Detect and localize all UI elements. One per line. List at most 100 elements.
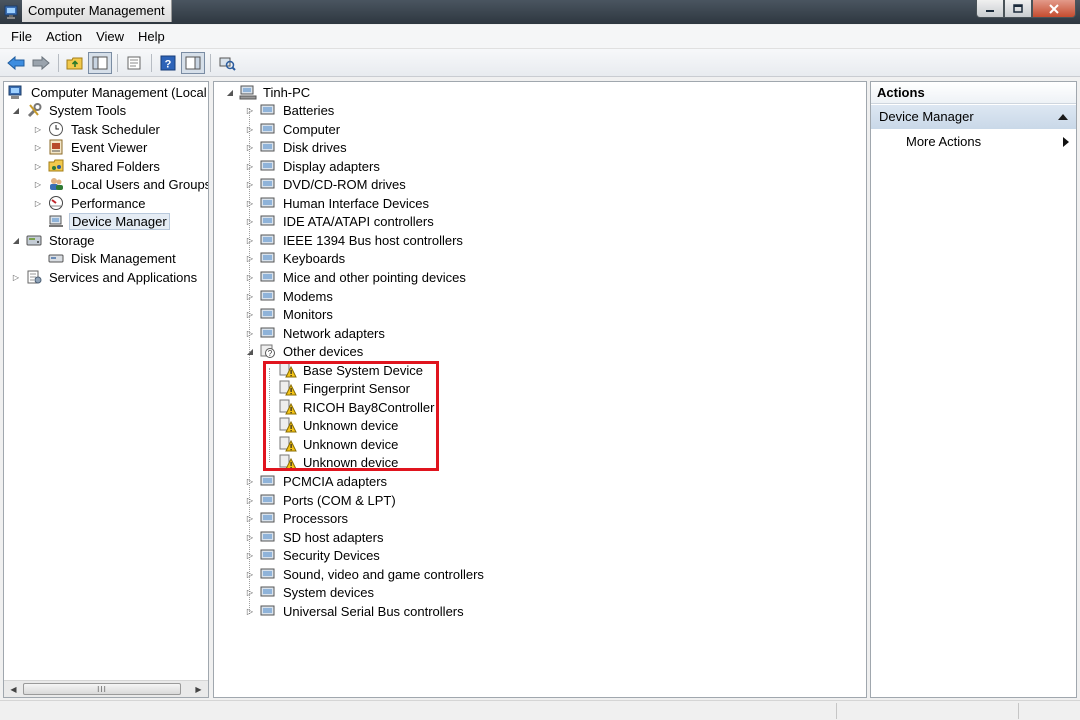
scroll-right-icon[interactable]: ▶ xyxy=(190,681,207,697)
expand-arrow-icon[interactable]: ▷ xyxy=(244,494,256,506)
toolbar-separator xyxy=(151,53,152,72)
tree-item-sound-video-and-game-controllers-5[interactable]: ▷ Sound, video and game controllers xyxy=(244,565,486,583)
close-button[interactable] xyxy=(1032,0,1076,18)
tree-item-batteries-0[interactable]: ▷ Batteries xyxy=(244,101,336,119)
tree-item-local-users-groups[interactable]: ▷ Local Users and Groups xyxy=(32,175,208,193)
expand-arrow-icon[interactable]: ▷ xyxy=(244,160,256,172)
expand-arrow-icon[interactable]: ▷ xyxy=(244,104,256,116)
expand-arrow-icon[interactable]: ▷ xyxy=(244,308,256,320)
tree-item-disk-drives-2[interactable]: ▷ Disk drives xyxy=(244,138,349,156)
expand-arrow-icon[interactable]: ▷ xyxy=(244,197,256,209)
more-actions-item[interactable]: More Actions xyxy=(906,133,1071,151)
collapse-caret-icon[interactable] xyxy=(1058,114,1068,120)
tree-item-task-scheduler[interactable]: ▷ Task Scheduler xyxy=(32,120,162,138)
tree-label: Disk drives xyxy=(283,139,347,155)
tree-item-event-viewer[interactable]: ▷ Event Viewer xyxy=(32,138,149,156)
expand-arrow-icon[interactable]: ▷ xyxy=(244,141,256,153)
actions-section-device-manager[interactable]: Device Manager xyxy=(871,105,1076,129)
properties-button[interactable] xyxy=(122,52,146,74)
menu-bar: File Action View Help xyxy=(0,25,1080,49)
tree-item-processors-2[interactable]: ▷ Processors xyxy=(244,509,350,527)
close-icon xyxy=(1049,3,1059,14)
show-hide-action-pane-button[interactable] xyxy=(181,51,205,74)
tree-item-ieee-1394-bus-host-controllers-7[interactable]: ▷ IEEE 1394 Bus host controllers xyxy=(244,231,465,249)
tree-item-performance[interactable]: ▷ Performance xyxy=(32,194,147,212)
device-category-icon xyxy=(259,603,277,619)
tree-item-universal-serial-bus-controllers-7[interactable]: ▷ Universal Serial Bus controllers xyxy=(244,602,466,620)
expand-arrow-icon[interactable]: ▷ xyxy=(244,252,256,264)
expand-arrow-icon[interactable]: ▷ xyxy=(244,586,256,598)
expand-arrow-icon[interactable]: ▷ xyxy=(244,531,256,543)
tree-label: Event Viewer xyxy=(71,139,148,155)
tree-item-human-interface-devices-5[interactable]: ▷ Human Interface Devices xyxy=(244,194,431,212)
tree-item-system-tools[interactable]: ◢ System Tools xyxy=(10,101,128,119)
device-category-icon xyxy=(259,473,277,489)
back-button[interactable] xyxy=(4,52,28,74)
expand-arrow-icon[interactable]: ▷ xyxy=(244,234,256,246)
tree-item-disk-management[interactable]: Disk Management xyxy=(32,249,178,267)
expand-arrow-icon[interactable]: ▷ xyxy=(244,568,256,580)
collapse-arrow-icon[interactable]: ◢ xyxy=(244,345,256,357)
tree-item-security-devices-4[interactable]: ▷ Security Devices xyxy=(244,546,382,564)
tree-item-computer-management[interactable]: Computer Management (Local xyxy=(6,83,208,101)
tree-item-modems-10[interactable]: ▷ Modems xyxy=(244,287,335,305)
scrollbar-thumb[interactable]: III xyxy=(23,683,181,695)
menu-help[interactable]: Help xyxy=(131,27,172,46)
expand-arrow-icon[interactable]: ▷ xyxy=(244,512,256,524)
device-tree-pane[interactable]: ◢ Tinh-PC ▷ Batteries ▷ Computer ▷ Disk drive… xyxy=(213,81,867,698)
tree-item-network-adapters-12[interactable]: ▷ Network adapters xyxy=(244,324,387,342)
actions-header: Actions xyxy=(871,82,1076,104)
tree-item-pcmcia-adapters-0[interactable]: ▷ PCMCIA adapters xyxy=(244,472,389,490)
menu-file[interactable]: File xyxy=(4,27,39,46)
expand-arrow-icon[interactable]: ▷ xyxy=(244,271,256,283)
expand-arrow-icon[interactable]: ▷ xyxy=(244,605,256,617)
menu-view[interactable]: View xyxy=(89,27,131,46)
console-tree-icon xyxy=(92,56,108,69)
console-tree-pane[interactable]: Computer Management (Local ◢ System Tool… xyxy=(3,81,209,698)
tree-item-sd-host-adapters-3[interactable]: ▷ SD host adapters xyxy=(244,528,385,546)
forward-button[interactable] xyxy=(29,52,53,74)
help-button[interactable]: ? xyxy=(156,52,180,74)
tree-item-computer-root[interactable]: ◢ Tinh-PC xyxy=(224,83,312,101)
show-hide-console-tree-button[interactable] xyxy=(88,51,112,74)
tree-label: Ports (COM & LPT) xyxy=(283,492,396,508)
scroll-left-icon[interactable]: ◀ xyxy=(5,681,22,697)
tree-item-ports-com-lpt-1[interactable]: ▷ Ports (COM & LPT) xyxy=(244,491,398,509)
device-category-icon xyxy=(259,547,277,563)
tree-item-shared-folders[interactable]: ▷ Shared Folders xyxy=(32,157,162,175)
tree-item-dvd-cd-rom-drives-4[interactable]: ▷ DVD/CD-ROM drives xyxy=(244,175,408,193)
tree-item-display-adapters-3[interactable]: ▷ Display adapters xyxy=(244,157,382,175)
tree-label: Task Scheduler xyxy=(71,121,160,137)
tree-item-computer-1[interactable]: ▷ Computer xyxy=(244,120,342,138)
status-separator xyxy=(836,703,837,719)
up-one-level-button[interactable] xyxy=(63,52,87,74)
actions-pane: Actions Device Manager More Actions xyxy=(870,81,1077,698)
forward-arrow-icon xyxy=(32,55,50,70)
maximize-button[interactable] xyxy=(1004,0,1032,18)
expand-arrow-icon[interactable]: ▷ xyxy=(244,123,256,135)
tree-item-system-devices-6[interactable]: ▷ System devices xyxy=(244,583,376,601)
tree-item-device-manager[interactable]: Device Manager xyxy=(32,212,170,230)
tree-item-keyboards-8[interactable]: ▷ Keyboards xyxy=(244,249,347,267)
event-viewer-icon xyxy=(47,139,65,155)
expand-arrow-icon[interactable]: ▷ xyxy=(244,327,256,339)
expand-arrow-icon[interactable]: ▷ xyxy=(244,475,256,487)
menu-action[interactable]: Action xyxy=(39,27,89,46)
expand-arrow-icon[interactable]: ▷ xyxy=(244,215,256,227)
tree-item-monitors-11[interactable]: ▷ Monitors xyxy=(244,305,335,323)
scan-hardware-button[interactable] xyxy=(215,52,239,74)
tree-item-mice-and-other-pointing-devices-9[interactable]: ▷ Mice and other pointing devices xyxy=(244,268,468,286)
tree-label: Network adapters xyxy=(283,325,385,341)
tree-item-other-devices-13[interactable]: ◢? Other devices xyxy=(244,342,365,360)
tree-item-services-applications[interactable]: ▷ Services and Applications xyxy=(10,268,199,286)
expand-arrow-icon[interactable]: ▷ xyxy=(244,178,256,190)
title-bar[interactable]: Computer Management xyxy=(0,0,1080,24)
action-pane-icon xyxy=(185,56,201,69)
horizontal-scrollbar[interactable]: ◀ III ▶ xyxy=(4,680,208,697)
expand-arrow-icon[interactable]: ▷ xyxy=(244,549,256,561)
expand-arrow-icon[interactable]: ▷ xyxy=(244,290,256,302)
minimize-button[interactable] xyxy=(976,0,1004,18)
tree-item-storage[interactable]: ◢ Storage xyxy=(10,231,97,249)
tree-item-ide-ata-atapi-controllers-6[interactable]: ▷ IDE ATA/ATAPI controllers xyxy=(244,212,436,230)
